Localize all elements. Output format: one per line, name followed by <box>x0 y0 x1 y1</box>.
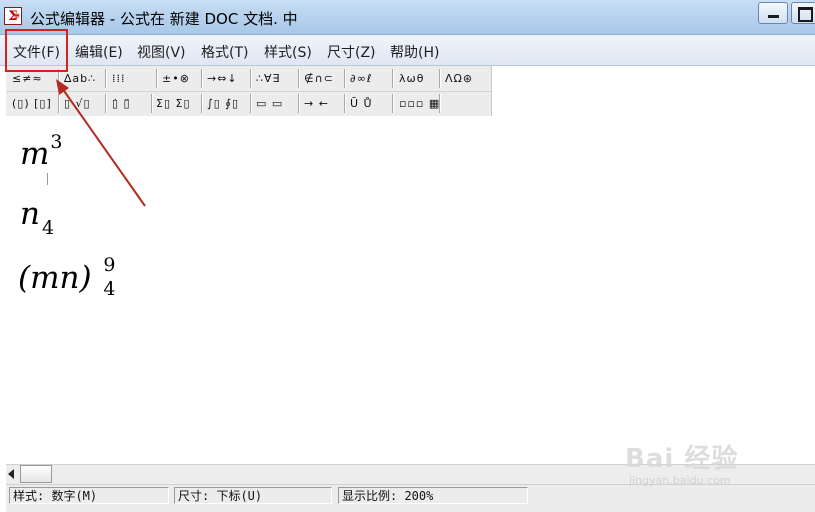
greek-lowercase-palette[interactable]: λωθ <box>399 68 424 89</box>
scroll-left-arrow-icon[interactable] <box>8 469 14 479</box>
fraction-radical-templates-palette[interactable]: ▯ √▯ <box>64 93 91 114</box>
equation-mn-sup9-sub4[interactable]: (mn) 9 4 <box>18 254 116 300</box>
summation-templates-palette[interactable]: Σ▯ Σ▯ <box>156 93 191 114</box>
menu-edit[interactable]: 编辑(E) <box>75 42 123 62</box>
operator-symbols-palette[interactable]: ±•⊗ <box>162 68 190 89</box>
status-style: 样式: 数字(M) <box>9 487 169 504</box>
subscript-superscript-templates-palette[interactable]: ▯̇ ▯̈ <box>112 93 131 114</box>
equation-editor-app-icon[interactable]: Σ ≡ <box>4 7 22 25</box>
menu-help[interactable]: 帮助(H) <box>390 42 439 62</box>
misc-symbols-palette[interactable]: ∂∞ℓ <box>350 68 372 89</box>
status-zoom: 显示比例: 200% <box>338 487 528 504</box>
watermark-url: jingyan.baidu.com <box>629 474 731 487</box>
window-title: 公式编辑器 - 公式在 新建 DOC 文档. 中 <box>30 10 298 28</box>
menu-bar: 文件(F) 编辑(E) 视图(V) 格式(T) 样式(S) 尺寸(Z) 帮助(H… <box>0 35 815 66</box>
menu-size[interactable]: 尺寸(Z) <box>327 42 376 62</box>
superscript: 3 <box>50 131 63 153</box>
labeled-arrow-templates-palette[interactable]: → ← <box>304 93 329 114</box>
menu-view[interactable]: 视图(V) <box>137 42 186 62</box>
greek-uppercase-palette[interactable]: ΛΩ⊛ <box>445 68 473 89</box>
status-size: 尺寸: 下标(U) <box>174 487 332 504</box>
arrow-symbols-palette[interactable]: →⇔↓ <box>207 68 238 89</box>
menu-style[interactable]: 样式(S) <box>264 42 312 62</box>
underbar-overbar-templates-palette[interactable]: ▭ ▭ <box>256 93 283 114</box>
equation-editing-area[interactable] <box>6 116 815 464</box>
maximize-button[interactable] <box>791 2 815 24</box>
equation-base: m <box>20 136 50 172</box>
baidu-jingyan-watermark: Bai 经验 jingyan.baidu.com <box>625 430 805 490</box>
subscript: 4 <box>41 217 55 239</box>
superscript: 9 <box>103 254 116 276</box>
symbol-toolbar: ≤≠≈ ∆ab∴ ⁞⁞⁞ ±•⊗ →⇔↓ ∴∀∃ ∉∩⊂ ∂∞ℓ λωθ ΛΩ⊛… <box>6 66 492 116</box>
toolbar-row-symbols: ≤≠≈ ∆ab∴ ⁞⁞⁞ ±•⊗ →⇔↓ ∴∀∃ ∉∩⊂ ∂∞ℓ λωθ ΛΩ⊛ <box>6 67 491 91</box>
equation-n-sub-4[interactable]: n4 <box>20 196 54 239</box>
scrollbar-thumb[interactable] <box>20 465 52 483</box>
minimize-button[interactable] <box>758 2 788 24</box>
app-icon-sub-glyph: ≡ <box>13 10 20 20</box>
equation-base: n <box>20 196 40 232</box>
insertion-cursor <box>47 173 48 185</box>
annotation-highlight-box <box>5 29 68 72</box>
menu-format[interactable]: 格式(T) <box>201 42 248 62</box>
title-bar: Σ ≡ 公式编辑器 - 公式在 新建 DOC 文档. 中 <box>0 0 815 35</box>
set-theory-symbols-palette[interactable]: ∉∩⊂ <box>304 68 334 89</box>
matrix-templates-palette[interactable]: ▫▫▫ ▦ <box>399 93 440 114</box>
toolbar-row-templates: (▯) [▯] ▯ √▯ ▯̇ ▯̈ Σ▯ Σ▯ ∫▯ ∮▯ ▭ ▭ → ← Ū… <box>6 91 491 116</box>
products-set-theory-templates-palette[interactable]: Ū Ů <box>350 93 373 114</box>
equation-base: (mn) <box>18 260 92 296</box>
subscript: 4 <box>103 278 116 300</box>
embellishments-palette[interactable]: ⁞⁞⁞ <box>112 68 126 89</box>
spaces-ellipses-palette[interactable]: ∆ab∴ <box>64 68 96 89</box>
integral-templates-palette[interactable]: ∫▯ ∮▯ <box>207 93 239 114</box>
logical-symbols-palette[interactable]: ∴∀∃ <box>256 68 280 89</box>
watermark-logo-text: Bai 经验 <box>625 444 739 474</box>
script-stack: 9 4 <box>101 254 115 300</box>
fence-templates-palette[interactable]: (▯) [▯] <box>12 93 52 114</box>
equation-m-cubed[interactable]: m3 <box>20 131 63 172</box>
